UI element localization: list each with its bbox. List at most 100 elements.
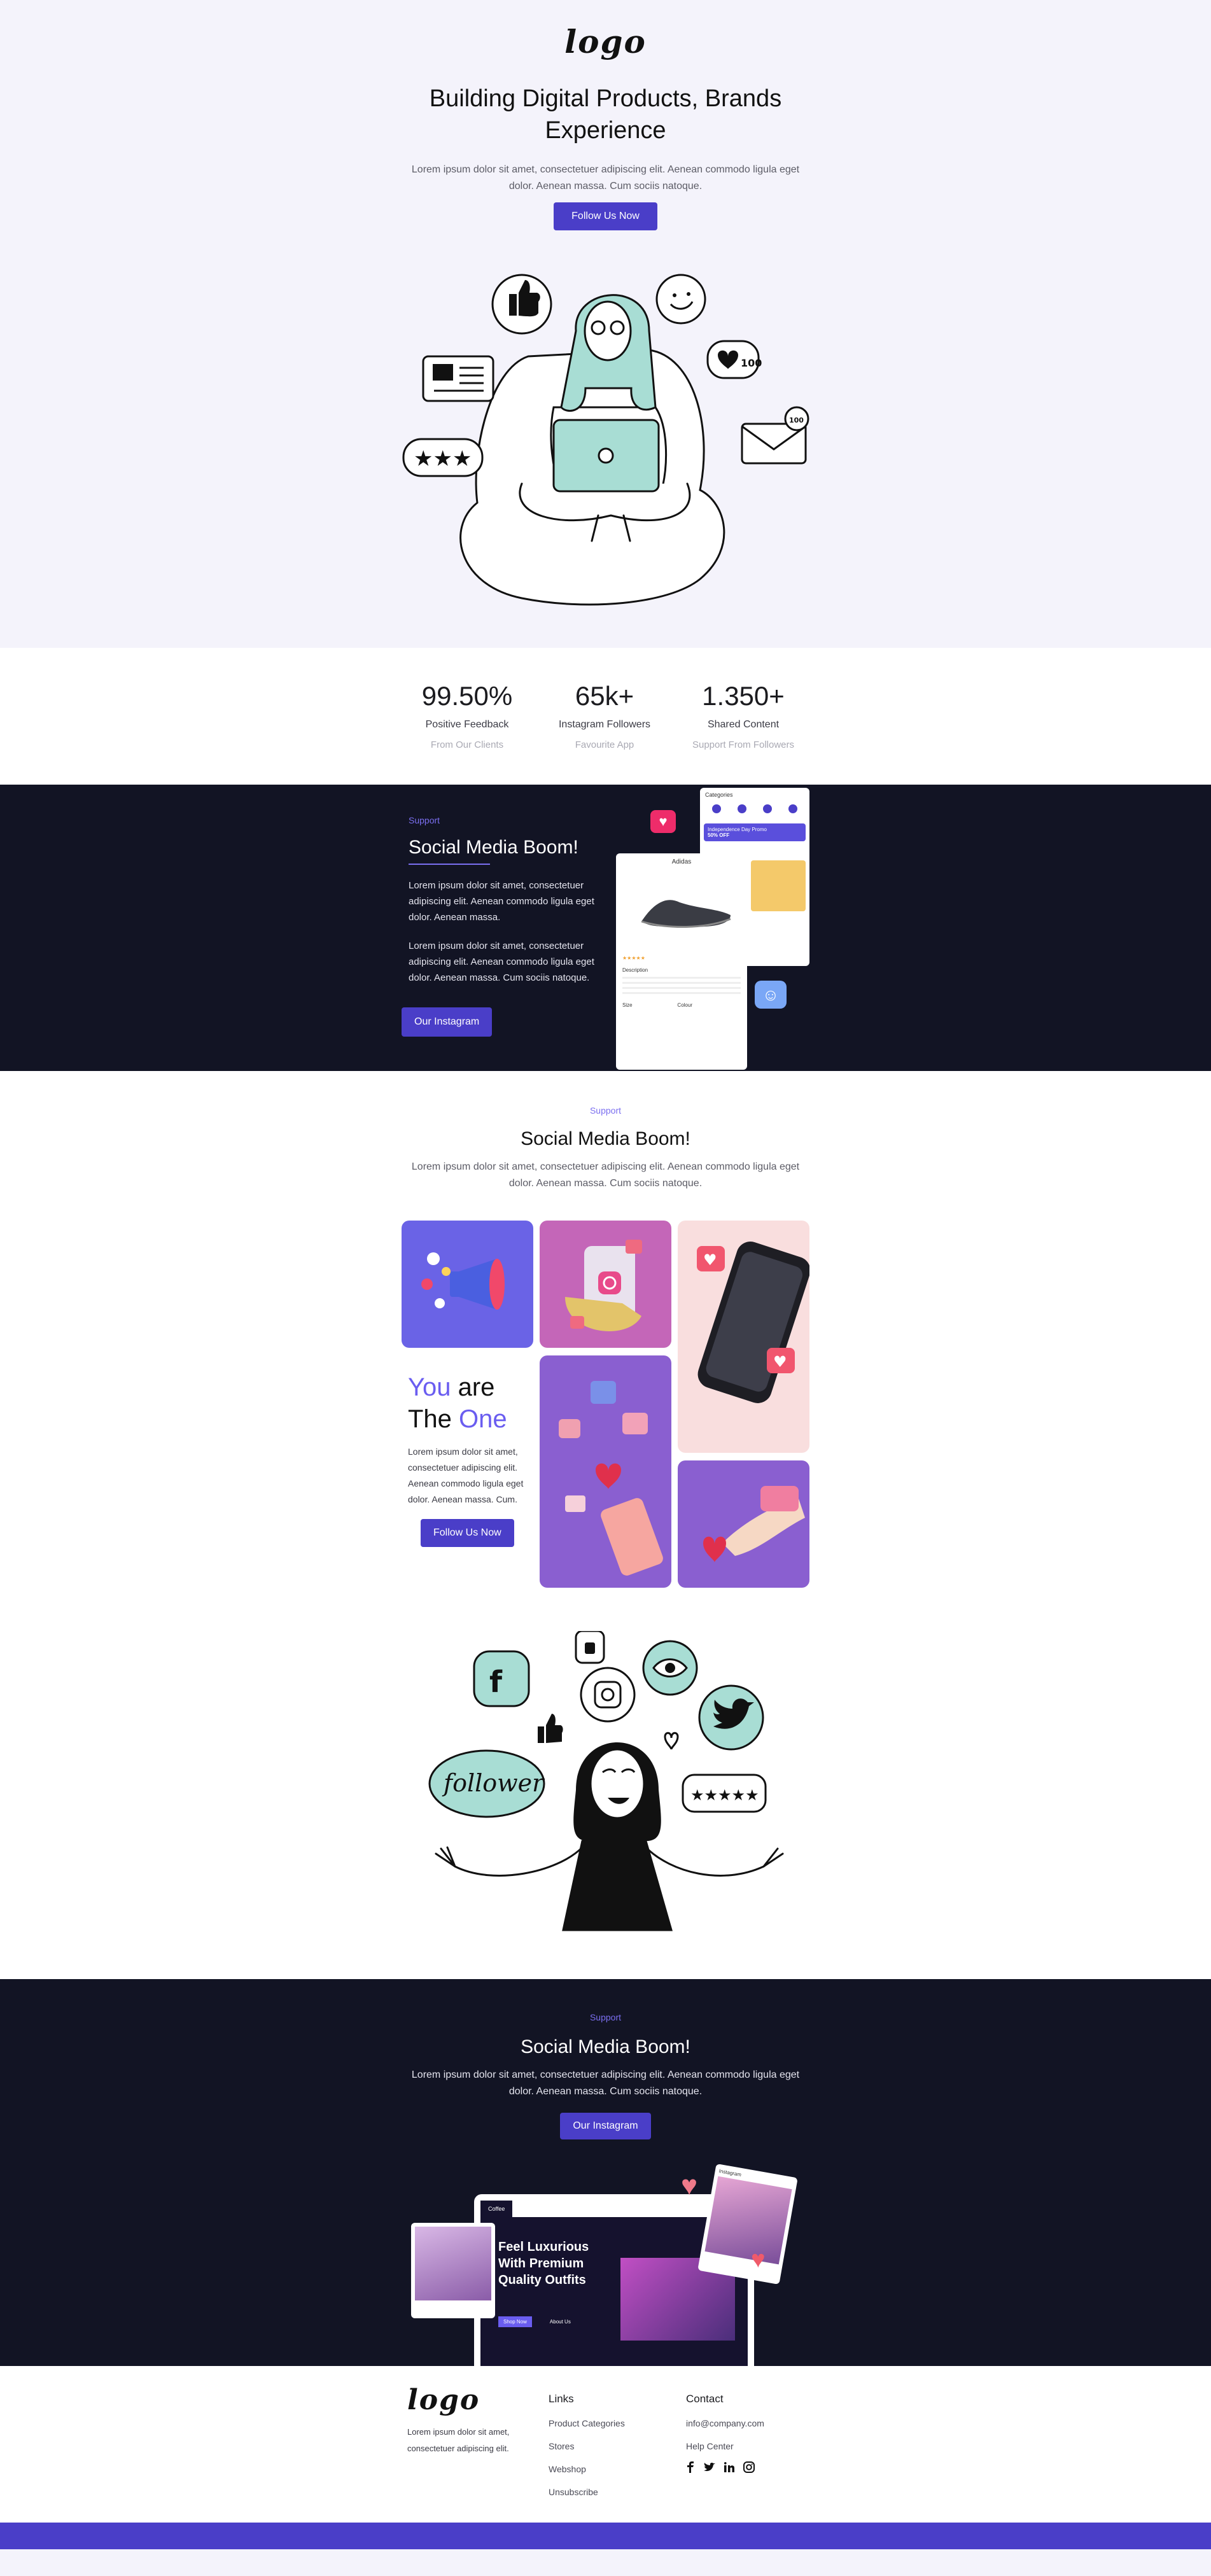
footer-contact: Contact info@company.com Help Center	[686, 2393, 764, 2473]
phone-likes-tile: ♥ ♥	[678, 1221, 809, 1453]
follower-word: follower	[442, 1769, 545, 1797]
paragraph-line: Lorem ipsum dolor sit amet, consectetuer	[409, 941, 584, 951]
paragraph-line: Lorem ipsum dolor sit amet, consectetuer	[409, 880, 584, 891]
our-instagram-button[interactable]: Our Instagram	[560, 2113, 651, 2139]
phone-header: Categories	[705, 792, 733, 798]
desc-line: dolor. Aenean massa. Cum sociis natoque.	[508, 2086, 703, 2097]
desc-line: Lorem ipsum dolor sit amet, consectetuer…	[411, 1161, 800, 1172]
laptop-brand: Coffee	[480, 2201, 513, 2217]
facebook-icon[interactable]	[686, 2461, 695, 2473]
laptop-about-button: About Us	[549, 2319, 571, 2325]
message-bubble-icon	[422, 355, 494, 402]
twitter-icon[interactable]	[704, 2462, 715, 2472]
paragraph-line: dolor. Aenean massa. Cum sociis natoque.	[409, 972, 590, 983]
laptop-heading-line: Feel Luxurious	[498, 2240, 589, 2254]
desc-line: Lorem ipsum dolor sit amet, consectetuer…	[411, 2069, 800, 2080]
footer: logo Lorem ipsum dolor sit amet, consect…	[0, 2366, 1211, 2523]
heart-likes-bubble-icon: 100	[706, 340, 762, 379]
svg-text:♥: ♥	[773, 1353, 787, 1371]
our-instagram-button[interactable]: Our Instagram	[402, 1007, 493, 1037]
footer-text: Lorem ipsum dolor sit amet, consectetuer…	[407, 2424, 509, 2457]
section-description: Lorem ipsum dolor sit amet, consectetuer…	[0, 2067, 1211, 2100]
section-title: Social Media Boom!	[409, 837, 578, 858]
tagline-one: One	[459, 1405, 507, 1433]
section-label: Support	[409, 815, 440, 825]
support-instagram-section: Support Social Media Boom! Lorem ipsum d…	[0, 785, 1211, 1071]
size-label: Size	[622, 1002, 633, 1008]
stat-value: 99.50%	[421, 681, 513, 711]
follow-us-button[interactable]: Follow Us Now	[554, 202, 657, 230]
instagram-bubble-icon	[580, 1667, 636, 1723]
phone-mockup-product: Adidas ★★★★★ Description Size Colour	[616, 853, 747, 1070]
heart-balloon-icon: ♥	[751, 2246, 766, 2273]
footer-text-line: consectetuer adipiscing elit.	[407, 2444, 509, 2453]
svg-text:★★★: ★★★	[414, 446, 472, 472]
follow-us-button[interactable]: Follow Us Now	[421, 1519, 514, 1547]
svg-text:f: f	[489, 1665, 503, 1699]
social-reactions-icon	[559, 1381, 663, 1576]
footer-link-webshop[interactable]: Webshop	[549, 2464, 625, 2474]
hero-desc-line: dolor. Aenean massa. Cum sociis natoque.	[508, 181, 703, 192]
you-are-the-one-block: You are The One Lorem ipsum dolor sit am…	[408, 1371, 535, 1508]
stat-subtext: Support From Followers	[692, 739, 795, 750]
hero-title-line: Building Digital Products, Brands	[429, 85, 782, 112]
support-gallery-section: Support Social Media Boom! Lorem ipsum d…	[0, 1071, 1211, 1979]
svg-text:♥: ♥	[703, 1251, 717, 1269]
category-icon	[763, 804, 772, 813]
tagline-heading: You are The One	[408, 1371, 535, 1435]
thumbs-up-bubble-icon	[491, 274, 552, 335]
laptop-heading-line: Quality Outfits	[498, 2273, 586, 2287]
footer-link-product-categories[interactable]: Product Categories	[549, 2418, 625, 2428]
megaphone-tile	[402, 1221, 533, 1348]
smartphone-likes-icon: ♥ ♥	[697, 1242, 809, 1403]
laptop-hero-heading: Feel Luxurious With Premium Quality Outf…	[498, 2239, 589, 2288]
tagline-line: dolor. Aenean massa. Cum.	[408, 1494, 517, 1504]
emoji-notification-icon: ☺	[755, 981, 787, 1009]
section-description: Lorem ipsum dolor sit amet, consectetuer…	[0, 1159, 1211, 1192]
product-thumbnail	[751, 860, 806, 911]
linkedin-icon[interactable]	[724, 2462, 734, 2472]
footer-accent-bar	[0, 2523, 1211, 2549]
phone-product-title: Adidas	[671, 858, 692, 865]
footer-link-unsubscribe[interactable]: Unsubscribe	[549, 2487, 625, 2497]
hand-hearts-icon	[703, 1486, 805, 1562]
sneaker-image	[641, 900, 731, 928]
section-label: Support	[589, 1105, 622, 1116]
heart-notification-icon: ♥	[650, 810, 676, 833]
hero-title: Building Digital Products, Brands Experi…	[0, 83, 1211, 146]
instagram-post-card: Instagram	[697, 2164, 798, 2285]
paragraph-line: adipiscing elit. Aenean commodo ligula e…	[409, 896, 594, 907]
support-laptop-section: Support Social Media Boom! Lorem ipsum d…	[0, 1979, 1211, 2366]
instagram-icon[interactable]	[743, 2461, 755, 2473]
footer-email-link[interactable]: info@company.com	[686, 2418, 764, 2428]
hero-description: Lorem ipsum dolor sit amet, consectetuer…	[0, 162, 1211, 195]
stats-section: 99.50% Positive Feedback From Our Client…	[0, 648, 1211, 785]
footer-link-stores[interactable]: Stores	[549, 2441, 625, 2451]
laptop-shop-button: Shop Now	[498, 2316, 532, 2327]
footer-text-line: Lorem ipsum dolor sit amet,	[407, 2427, 510, 2437]
stat-label: Shared Content	[707, 719, 780, 730]
stat-value: 1.350+	[702, 681, 785, 711]
tagline-line: Lorem ipsum dolor sit amet,	[408, 1446, 518, 1457]
footer-help-center-link[interactable]: Help Center	[686, 2441, 764, 2451]
stat-card: 1.350+ Shared Content Support From Follo…	[673, 681, 813, 750]
stat-card: 65k+ Instagram Followers Favourite App	[535, 681, 675, 750]
color-label: Colour	[677, 1002, 692, 1008]
megaphone-icon	[421, 1252, 505, 1310]
page-bottom-band	[0, 2549, 1211, 2576]
footer-logo[interactable]: logo	[407, 2384, 509, 2416]
lock-bubble-icon	[575, 1631, 605, 1664]
footer-links: Links Product Categories Stores Webshop …	[549, 2393, 625, 2497]
desc-line: dolor. Aenean massa. Cum sociis natoque.	[508, 1178, 703, 1189]
phone-description: Description	[622, 967, 648, 973]
paragraph-line: adipiscing elit. Aenean commodo ligula e…	[409, 956, 594, 967]
logo[interactable]: logo	[0, 23, 1211, 60]
section-paragraph: Lorem ipsum dolor sit amet, consectetuer…	[409, 878, 619, 925]
mail-count: 100	[789, 416, 804, 424]
star-rating-bubble-icon: ★★★	[402, 438, 484, 477]
social-icons-tile	[540, 1355, 671, 1588]
star-rating-bubble-icon: ★★★★★	[682, 1774, 767, 1813]
category-icon	[712, 804, 721, 813]
hand-hearts-tile	[678, 1460, 809, 1588]
description-lines	[622, 977, 741, 996]
